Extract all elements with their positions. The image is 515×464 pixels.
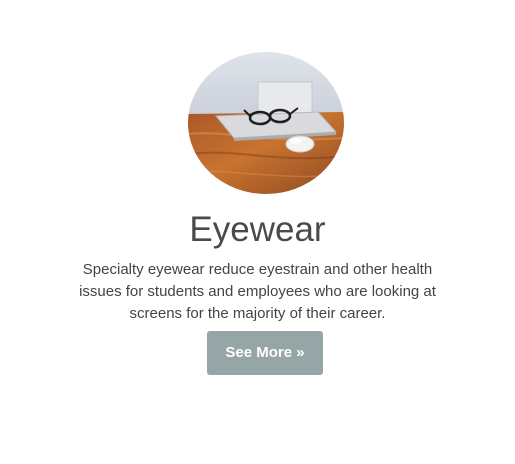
feature-image (188, 52, 344, 194)
feature-card: Eyewear Specialty eyewear reduce eyestra… (0, 0, 515, 464)
see-more-button[interactable]: See More » (207, 331, 323, 375)
feature-title: Eyewear (189, 210, 326, 249)
laptop-glasses-mouse-photo (188, 52, 344, 194)
feature-description: Specialty eyewear reduce eyestrain and o… (79, 261, 436, 322)
